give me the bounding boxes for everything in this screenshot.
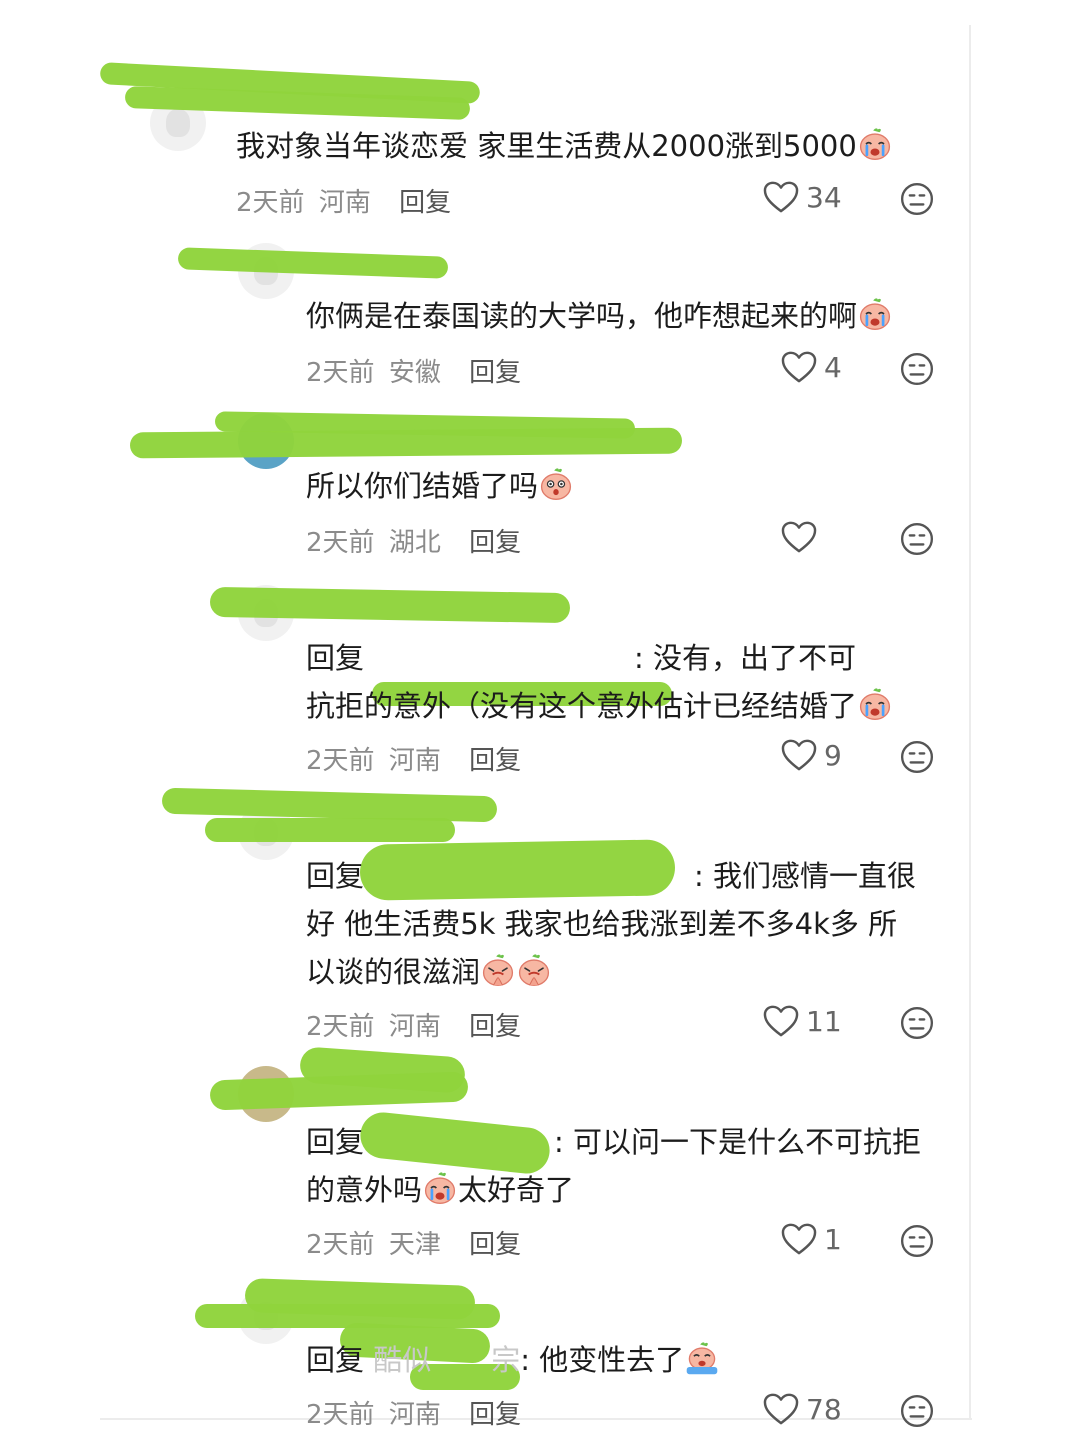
redaction-mark (209, 586, 571, 624)
comment-time: 2天前 (306, 1230, 375, 1260)
crying-face-icon (857, 686, 893, 722)
reply-prefix: 回复 (306, 641, 365, 675)
emoji-reaction-icon[interactable] (899, 1223, 935, 1259)
comment-text: 我对象当年谈恋爱 家里生活费从2000涨到5000 (236, 122, 893, 170)
crying-face-icon (857, 296, 893, 332)
comment-time: 2天前 (306, 528, 375, 558)
emoji-reaction-icon[interactable] (899, 1005, 935, 1041)
reply-button[interactable]: 回复 (469, 1400, 521, 1430)
like-button[interactable] (780, 520, 824, 554)
comment-text-cont: 的意外吗 太好奇了 (306, 1166, 574, 1214)
comment-time: 2天前 (236, 188, 305, 218)
like-count: 11 (806, 1004, 842, 1038)
comment-meta: 2天前 河南 回复 (306, 1394, 521, 1431)
shocked-face-icon (538, 466, 574, 502)
praying-face-icon (480, 952, 516, 988)
comment-meta: 2天前 湖北 回复 (306, 522, 521, 559)
emoji-reaction-icon[interactable] (899, 521, 935, 557)
comment-text: 回复: 没有，出了不可 (306, 634, 856, 706)
like-count: 4 (824, 350, 842, 384)
partial-username: 宗 (491, 1343, 521, 1377)
like-count: 9 (824, 738, 842, 772)
like-button[interactable]: 4 (780, 350, 842, 384)
comment-region: 天津 (388, 1230, 441, 1260)
comment-region: 安徽 (388, 358, 441, 388)
redaction-mark (177, 247, 449, 279)
heart-icon (762, 1004, 800, 1038)
heart-icon (780, 1222, 818, 1256)
comment-time: 2天前 (306, 746, 375, 776)
comment-text-cont: 抗拒的意外（没有这个意外估计已经结婚了 (306, 682, 893, 730)
redaction-mark (129, 427, 683, 459)
like-button[interactable]: 9 (780, 738, 842, 772)
comment-time: 2天前 (306, 1400, 375, 1430)
reply-button[interactable]: 回复 (399, 188, 451, 218)
reply-button[interactable]: 回复 (469, 746, 521, 776)
comment-text: 回复: 我们感情一直很 (306, 859, 917, 893)
comment-region: 湖北 (388, 528, 441, 558)
emoji-reaction-icon[interactable] (899, 1393, 935, 1429)
like-count: 78 (806, 1392, 842, 1426)
comment-text: 所以你们结婚了吗 (306, 462, 574, 510)
heart-icon (762, 1392, 800, 1426)
heart-icon (762, 180, 800, 214)
like-button[interactable]: 1 (780, 1222, 842, 1256)
content-right-edge (969, 25, 971, 1420)
like-button[interactable]: 11 (762, 1004, 842, 1038)
reply-button[interactable]: 回复 (469, 1012, 521, 1042)
comment-text: 你俩是在泰国读的大学吗，他咋想起来的啊 (306, 292, 893, 340)
reply-prefix: 回复 (306, 1125, 365, 1159)
like-button[interactable]: 78 (762, 1392, 842, 1426)
crying-face-blue-icon (684, 1340, 720, 1376)
comment-text: 回复 酷似 宗: 他变性去了 (306, 1336, 720, 1384)
comment-meta: 2天前 河南 回复 (306, 740, 521, 777)
comment-text: 回复: 可以问一下是什么不可抗拒 (306, 1125, 922, 1159)
praying-face-icon (516, 952, 552, 988)
comment-text-cont: 以谈的很滋润 (306, 948, 552, 996)
comment-meta: 2天前 天津 回复 (306, 1224, 521, 1261)
heart-icon (780, 520, 818, 554)
partial-username: 酷似 (373, 1343, 432, 1377)
reply-prefix: 回复 (306, 1343, 365, 1377)
comment-meta: 2天前 河南 回复 (236, 182, 451, 219)
crying-face-icon (422, 1170, 458, 1206)
reply-prefix: 回复 (306, 859, 365, 893)
heart-icon (780, 738, 818, 772)
crying-face-icon (857, 126, 893, 162)
emoji-reaction-icon[interactable] (899, 351, 935, 387)
comment-text-cont: 好 他生活费5k 我家也给我涨到差不多4k多 所 (306, 907, 898, 941)
emoji-reaction-icon[interactable] (899, 739, 935, 775)
reply-button[interactable]: 回复 (469, 1230, 521, 1260)
like-button[interactable]: 34 (762, 180, 842, 214)
heart-icon (780, 350, 818, 384)
emoji-reaction-icon[interactable] (899, 181, 935, 217)
like-count: 1 (824, 1222, 842, 1256)
comment-meta: 2天前 河南 回复 (306, 1006, 521, 1043)
comment-time: 2天前 (306, 1012, 375, 1042)
reply-button[interactable]: 回复 (469, 358, 521, 388)
comment-region: 河南 (388, 746, 441, 776)
comment-region: 河南 (318, 188, 371, 218)
comment-time: 2天前 (306, 358, 375, 388)
comment-meta: 2天前 安徽 回复 (306, 352, 521, 389)
redaction-mark (205, 818, 455, 842)
comment-region: 河南 (388, 1012, 441, 1042)
reply-button[interactable]: 回复 (469, 528, 521, 558)
comment-region: 河南 (388, 1400, 441, 1430)
like-count: 34 (806, 180, 842, 214)
